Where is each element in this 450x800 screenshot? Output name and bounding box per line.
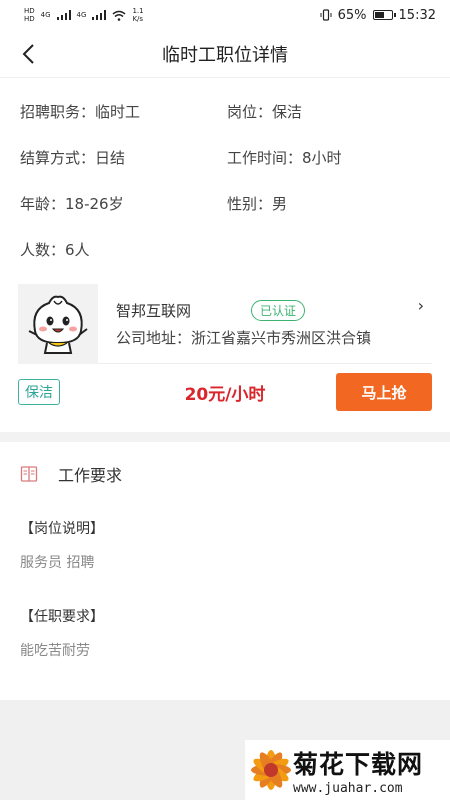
- info-hours-label: 工作时间：: [227, 148, 303, 167]
- signal-label-a: 4G: [40, 11, 51, 19]
- job-description-text: 服务员 招聘: [20, 555, 95, 571]
- company-address-value: 浙江省嘉兴市秀洲区洪合镇: [191, 328, 372, 347]
- net-speed-unit: K/s: [132, 15, 144, 23]
- info-settlement: 结算方式： 日结: [20, 134, 227, 180]
- watermark: 菊花下载网 www.juahar.com: [245, 740, 450, 800]
- requirements-block: 【岗位说明】 服务员 招聘 【任职要求】 能吃苦耐劳: [0, 518, 450, 660]
- info-job-value: 保洁: [272, 102, 303, 121]
- signal-label-b: 4G: [76, 11, 87, 19]
- battery-percent: 65%: [337, 7, 367, 23]
- info-hours: 工作时间： 8小时: [227, 134, 430, 180]
- signal-icon: [56, 10, 71, 20]
- status-left: HD HD 4G 4G 1.1 K/s: [24, 7, 144, 23]
- section-divider: [0, 432, 450, 442]
- vibrate-icon: [320, 9, 332, 21]
- section-title: 工作要求: [58, 466, 123, 485]
- page-title: 临时工职位详情: [162, 44, 288, 66]
- info-count: 人数： 6人: [20, 226, 227, 272]
- info-count-label: 人数：: [20, 240, 66, 259]
- job-description-title: 【岗位说明】: [20, 521, 104, 537]
- company-name-row: 智邦互联网 已认证: [116, 299, 432, 321]
- info-job-label: 岗位：: [227, 102, 273, 121]
- job-tag: 保洁: [18, 379, 60, 405]
- verified-badge: 已认证: [251, 299, 306, 321]
- chevron-left-icon: [22, 44, 34, 64]
- company-address-label: 公司地址：: [116, 328, 192, 347]
- company-info: 智邦互联网 已认证 公司地址：浙江省嘉兴市秀洲区洪合镇: [116, 299, 432, 348]
- watermark-text: 菊花下载网 www.juahar.com: [293, 745, 423, 796]
- net-speed: 1.1 K/s: [132, 7, 143, 23]
- info-position-value: 临时工: [95, 102, 141, 121]
- info-position-label: 招聘职务：: [20, 102, 96, 121]
- battery-icon: [372, 10, 396, 20]
- info-age-label: 年龄：: [20, 194, 66, 213]
- qualification-text: 能吃苦耐劳: [20, 643, 90, 659]
- info-settlement-value: 日结: [95, 148, 126, 167]
- info-gender-value: 男: [272, 194, 288, 213]
- app-header: 临时工职位详情: [0, 30, 450, 78]
- company-address: 公司地址：浙江省嘉兴市秀洲区洪合镇: [116, 327, 432, 348]
- info-age-value: 18-26岁: [65, 194, 124, 213]
- network-indicator: HD HD: [24, 7, 35, 23]
- qualification-title: 【任职要求】: [20, 609, 104, 625]
- company-card[interactable]: 智邦互联网 已认证 公司地址：浙江省嘉兴市秀洲区洪合镇 ›: [18, 283, 432, 364]
- info-gender-label: 性别：: [227, 194, 273, 213]
- hd-label-a: HD: [24, 7, 35, 15]
- bun-mascot-icon: [28, 295, 88, 354]
- status-bar: HD HD 4G 4G 1.1 K/s 65% 15:32: [0, 0, 450, 30]
- net-speed-value: 1.1: [132, 7, 144, 15]
- chevron-right-icon: ›: [417, 296, 424, 315]
- info-age: 年龄： 18-26岁: [20, 180, 227, 226]
- info-position: 招聘职务： 临时工: [20, 88, 227, 134]
- signal-icon-2: [92, 10, 107, 20]
- book-icon: [20, 466, 38, 482]
- grab-button[interactable]: 马上抢: [336, 373, 432, 411]
- company-name: 智邦互联网: [116, 301, 192, 320]
- action-row: 保洁 20元/小时 马上抢: [18, 364, 432, 420]
- clock: 15:32: [398, 7, 436, 23]
- info-hours-value: 8小时: [302, 148, 342, 167]
- watermark-title: 菊花下载网: [293, 749, 424, 779]
- back-button[interactable]: [12, 38, 44, 70]
- info-settlement-label: 结算方式：: [20, 148, 96, 167]
- status-right: 65% 15:32: [320, 8, 436, 23]
- info-job: 岗位： 保洁: [227, 88, 430, 134]
- hd-label-b: HD: [24, 15, 35, 23]
- info-gender: 性别：男: [227, 180, 430, 226]
- watermark-url: www.juahar.com: [293, 780, 403, 796]
- info-count-value: 6人: [65, 240, 90, 259]
- flower-logo-icon: [251, 750, 291, 790]
- company-logo: [18, 283, 98, 364]
- job-info-grid: 招聘职务： 临时工 岗位： 保洁 结算方式： 日结 工作时间： 8小时 年龄： 18-26…: [0, 78, 450, 272]
- wifi-icon: [112, 10, 126, 21]
- requirements-header: 工作要求: [0, 448, 450, 500]
